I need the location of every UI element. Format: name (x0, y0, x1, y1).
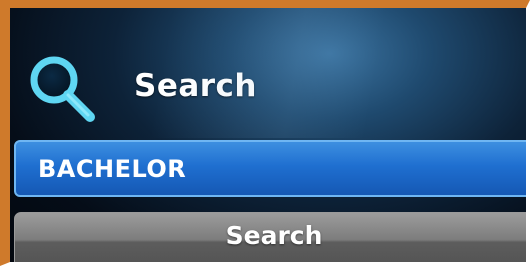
header: Search (10, 8, 526, 140)
search-input-value: BACHELOR (38, 154, 187, 183)
search-button-label: Search (225, 220, 323, 250)
page-title: Search (134, 68, 258, 104)
search-icon (22, 54, 102, 126)
search-input[interactable]: BACHELOR (14, 140, 526, 197)
search-screen: Search BACHELOR Search (0, 0, 530, 266)
search-button[interactable]: Search (14, 212, 526, 262)
